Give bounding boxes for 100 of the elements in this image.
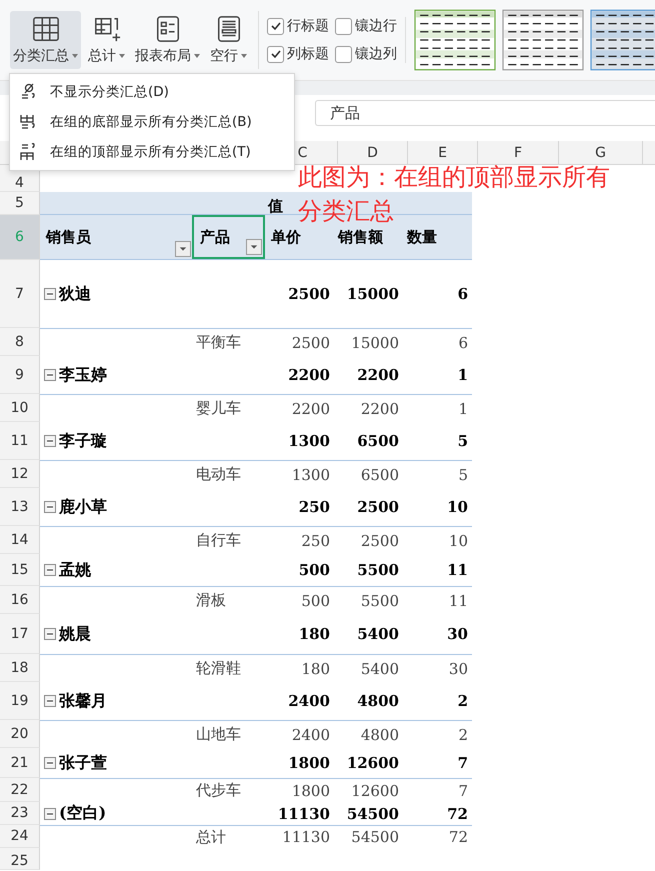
row-number[interactable]: 24	[0, 825, 40, 848]
table-cell-text: 2200	[290, 398, 331, 420]
table-cell-text: 15000	[346, 284, 400, 305]
table-cell-text: 2200	[356, 365, 400, 386]
table-cell-text: 500	[298, 560, 331, 581]
column-header[interactable]: G	[559, 141, 643, 164]
collapse-icon[interactable]	[44, 369, 56, 381]
checkbox-label: 列标题	[287, 45, 329, 63]
ribbon-button[interactable]: 分类汇总	[10, 11, 81, 69]
column-header[interactable]: D	[338, 141, 408, 164]
table-cell-text: 2200	[360, 398, 400, 420]
product-name: 滑板	[195, 590, 227, 611]
row-number[interactable]: 23	[0, 802, 40, 825]
formula-field[interactable]: 产品	[315, 100, 655, 126]
ribbon-button[interactable]: 报表布局	[132, 11, 203, 69]
row-number[interactable]: 19	[0, 682, 40, 720]
table-cell-text: 1	[457, 398, 469, 420]
collapse-icon[interactable]	[44, 695, 56, 707]
salesperson-name: 张子萱	[59, 752, 107, 774]
salesperson-name: 张馨月	[59, 690, 107, 712]
checkbox[interactable]	[335, 18, 352, 34]
table-cell-text: 11130	[281, 827, 331, 848]
collapse-icon[interactable]	[44, 628, 56, 640]
salesperson-name: 李子璇	[59, 430, 107, 452]
ribbon-button[interactable]: 空行	[207, 11, 250, 69]
row-number[interactable]: 15	[0, 554, 40, 586]
table-style-thumbnail[interactable]	[590, 9, 655, 71]
table-cell-text: 10	[446, 497, 469, 518]
checkbox[interactable]	[267, 18, 284, 34]
column-header[interactable]: E	[408, 141, 478, 164]
collapse-icon[interactable]	[44, 757, 56, 769]
table-cell-text: 2	[457, 724, 469, 746]
table-cell-text: 2500	[290, 332, 331, 354]
checkbox[interactable]	[335, 46, 352, 62]
table-cell-text: 1800	[287, 753, 331, 774]
row-number[interactable]: 7	[0, 260, 40, 328]
product-name: 山地车	[195, 724, 242, 745]
table-cell-text: 250	[298, 497, 331, 518]
table-cell-text: 1800	[290, 780, 331, 802]
collapse-icon[interactable]	[44, 501, 56, 513]
table-cell-text: 1300	[287, 431, 331, 452]
collapse-icon[interactable]	[44, 288, 56, 300]
table-cell-text: 72	[448, 827, 469, 848]
table-style-thumbnail[interactable]	[414, 9, 496, 71]
row-number[interactable]: 13	[0, 488, 40, 526]
table-cell-text: 15000	[350, 332, 400, 354]
table-cell-text: 6500	[356, 431, 400, 452]
dropdown-icon[interactable]	[175, 241, 191, 257]
table-cell-text: 12600	[346, 753, 400, 774]
caret-icon	[72, 54, 78, 58]
salesperson-name: 孟姚	[59, 560, 91, 580]
checkbox[interactable]	[267, 46, 284, 62]
table-cell-text: 30	[446, 624, 469, 645]
table-cell-text: 7	[456, 753, 469, 774]
row-number[interactable]: 9	[0, 356, 40, 394]
table-cell-text: 54500	[346, 804, 400, 824]
row-number[interactable]: 25	[0, 848, 40, 870]
row-number[interactable]: 12	[0, 460, 40, 488]
table-cell-text: 180	[300, 658, 331, 680]
table-cell-text: 5500	[360, 590, 400, 612]
collapse-icon[interactable]	[44, 435, 56, 447]
row-number[interactable]: 17	[0, 614, 40, 654]
row-number[interactable]: 8	[0, 328, 40, 356]
dropdown-icon[interactable]	[246, 239, 262, 255]
caret-icon	[119, 54, 125, 58]
table-cell-text: 2	[456, 691, 469, 712]
table-cell-text: 6	[456, 284, 469, 305]
row-number[interactable]: 16	[0, 586, 40, 614]
table-icon	[30, 15, 60, 43]
checkbox-label: 镶边列	[355, 45, 397, 63]
table-cell-text: 2400	[287, 691, 331, 712]
collapse-icon[interactable]	[44, 564, 56, 576]
row-number[interactable]: 14	[0, 526, 40, 554]
product-name: 婴儿车	[195, 398, 242, 419]
table-cell-text: 500	[300, 590, 331, 612]
row-number[interactable]: 18	[0, 654, 40, 682]
table-style-thumbnail[interactable]	[502, 9, 584, 71]
table-cell-text: 6500	[360, 464, 400, 486]
table-cell-text: 250	[300, 530, 331, 552]
row-number[interactable]: 22	[0, 778, 40, 802]
collapse-icon[interactable]	[44, 808, 56, 820]
column-header[interactable]: F	[478, 141, 559, 164]
table-cell-text: 2200	[287, 365, 331, 386]
salesperson-name: 鹿小草	[59, 496, 107, 518]
table-cell-text: 4800	[356, 691, 400, 712]
ribbon-button[interactable]: 总计	[85, 11, 128, 69]
menu-item[interactable]: 在组的顶部显示所有分类汇总(T)	[50, 143, 251, 161]
table-cell-text: 4800	[360, 724, 400, 746]
menu-item[interactable]: 不显示分类汇总(D)	[50, 83, 169, 101]
header-cell[interactable]: 销售员	[40, 215, 192, 259]
row-number[interactable]: 5	[0, 192, 40, 215]
menu-item[interactable]: 在组的底部显示所有分类汇总(B)	[50, 113, 252, 131]
row-number[interactable]: 21	[0, 748, 40, 778]
table-cell-text: 5400	[356, 624, 400, 645]
header-cell[interactable]: 产品	[192, 215, 265, 259]
row-number[interactable]: 10	[0, 394, 40, 422]
table-cell-text: 12600	[350, 780, 400, 802]
row-number[interactable]: 11	[0, 422, 40, 460]
product-name: 轮滑鞋	[195, 658, 242, 679]
row-number[interactable]: 20	[0, 720, 40, 748]
